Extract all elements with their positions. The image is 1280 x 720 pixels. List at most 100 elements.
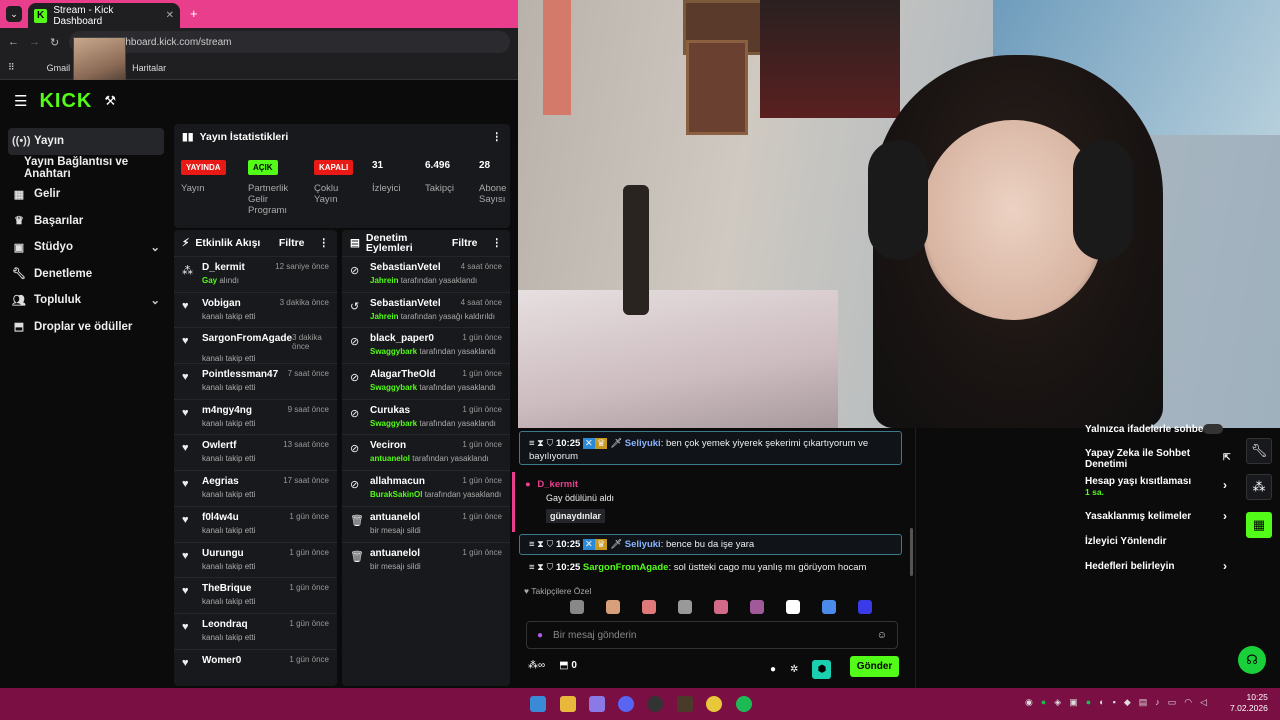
- username[interactable]: SebastianVetel: [370, 298, 441, 309]
- more-icon[interactable]: ⋮: [492, 238, 503, 249]
- users-icon[interactable]: ⁂: [1246, 474, 1272, 500]
- filter-button[interactable]: Filtre: [279, 237, 305, 249]
- username[interactable]: antuanelol: [370, 548, 420, 559]
- chat-username[interactable]: Seliyuki: [625, 438, 661, 449]
- username[interactable]: antuanelol: [370, 512, 420, 523]
- sidebar-item-denetleme[interactable]: 🔧︎ Denetleme: [0, 261, 172, 288]
- list-item[interactable]: ♥ Owlertf 13 saat önce kanalı takip etti: [174, 434, 337, 470]
- back-icon[interactable]: ←: [8, 36, 19, 48]
- list-item[interactable]: ♥ Vobigan 3 dakika önce kanalı takip etti: [174, 291, 337, 328]
- tray-icon[interactable]: ◈: [1054, 697, 1061, 708]
- list-item[interactable]: ♥ Womer0 1 gün önce: [174, 648, 337, 685]
- emote-icon[interactable]: [606, 600, 620, 614]
- apps-icon[interactable]: ⠿: [8, 62, 15, 73]
- file-explorer-icon[interactable]: [560, 696, 576, 712]
- sidebar-item-basarilar[interactable]: ♛ Başarılar: [0, 208, 172, 235]
- tray-icon[interactable]: ◉: [1025, 697, 1033, 708]
- wrench-icon[interactable]: 🔧︎: [1246, 438, 1272, 464]
- clock[interactable]: 10:25 7.02.2026: [1230, 692, 1268, 714]
- username[interactable]: Curukas: [370, 405, 410, 416]
- sidebar-item-droplar[interactable]: ⬒ Droplar ve ödüller: [0, 314, 172, 341]
- send-button[interactable]: Gönder: [850, 656, 899, 677]
- volume-icon[interactable]: ◁: [1200, 697, 1207, 708]
- spotify-icon[interactable]: [736, 696, 752, 712]
- bookmark-gmail[interactable]: Gmail: [47, 63, 71, 73]
- username[interactable]: SargonFromAgade: [202, 333, 292, 351]
- username[interactable]: Uurungu: [202, 548, 244, 559]
- username[interactable]: Aegrias: [202, 476, 239, 487]
- list-item[interactable]: ⊘ SebastianVetel 4 saat önce Jahrein tarafı…: [342, 256, 510, 292]
- bookmark-maps[interactable]: Haritalar: [132, 63, 166, 73]
- username[interactable]: f0l4w4u: [202, 512, 239, 523]
- display-icon[interactable]: ▭: [1168, 697, 1177, 708]
- username[interactable]: TheBrique: [202, 583, 251, 594]
- username[interactable]: Owlertf: [202, 440, 236, 451]
- menu-icon[interactable]: ☰: [14, 92, 27, 110]
- chat-input[interactable]: ● Bir mesaj gönderin ☺: [526, 621, 898, 649]
- browser-tab[interactable]: K Stream - Kick Dashboard ✕: [28, 3, 180, 28]
- list-item[interactable]: ⁂ D_kermit 12 saniye önce Gay alındı: [174, 256, 337, 292]
- gear-icon[interactable]: ✲: [790, 664, 798, 675]
- list-item[interactable]: ♥ Uurungu 1 gün önce kanalı takip etti: [174, 541, 337, 578]
- chat-username[interactable]: D_kermit: [537, 479, 578, 490]
- username[interactable]: Leondraq: [202, 619, 248, 630]
- tray-icon[interactable]: ▤: [1139, 697, 1148, 708]
- list-item[interactable]: 🗑︎ antuanelol 1 gün önce bir mesajı sildi: [342, 541, 510, 578]
- setting-banned-words[interactable]: Yasaklanmış kelimeler ›: [1085, 509, 1227, 523]
- list-item[interactable]: ♥ m4ngy4ng 9 saat önce kanalı takip etti: [174, 398, 337, 435]
- support-icon[interactable]: ☊: [1238, 646, 1266, 674]
- chat-username[interactable]: Seliyuki: [625, 539, 661, 550]
- app-icon[interactable]: [589, 696, 605, 712]
- tab-search-icon[interactable]: ⌄: [6, 6, 22, 22]
- username[interactable]: SebastianVetel: [370, 262, 441, 273]
- close-tab-icon[interactable]: ✕: [166, 10, 174, 21]
- chat-username[interactable]: SargonFromAgade: [583, 562, 669, 573]
- tray-icon[interactable]: ●: [1086, 697, 1091, 708]
- list-item[interactable]: ♥ f0l4w4u 1 gün önce kanalı takip etti: [174, 505, 337, 542]
- username[interactable]: allahmacun: [370, 476, 425, 487]
- tray-icon[interactable]: ▪: [1113, 697, 1116, 708]
- gift-icon[interactable]: ⬒ 0: [559, 660, 577, 671]
- emote-icon[interactable]: [786, 600, 800, 614]
- chat-scrollbar[interactable]: [910, 528, 913, 576]
- chrome-icon[interactable]: [706, 696, 722, 712]
- list-item[interactable]: ⊘ AlagarTheOld 1 gün önce Swaggybark tarafı…: [342, 363, 510, 399]
- setting-raid[interactable]: İzleyici Yönlendir: [1085, 536, 1167, 547]
- new-tab-icon[interactable]: +: [190, 6, 198, 21]
- setting-emote-only[interactable]: Yalnızca ifadelerle sohbet: [1085, 424, 1223, 435]
- more-icon[interactable]: ⋮: [319, 237, 330, 249]
- url-input[interactable]: dashboard.kick.com/stream: [69, 31, 510, 53]
- emote-icon[interactable]: [570, 600, 584, 614]
- sidebar-item-yayin[interactable]: ((•)) Yayın: [8, 128, 164, 155]
- list-item[interactable]: ♥ Leondraq 1 gün önce kanalı takip etti: [174, 612, 337, 649]
- list-item[interactable]: ♥ TheBrique 1 gün önce kanalı takip etti: [174, 577, 337, 613]
- setting-ai-moderation[interactable]: Yapay Zeka ile Sohbet Denetimi ⇱: [1085, 448, 1231, 470]
- emote-icon[interactable]: [822, 600, 836, 614]
- kick-logo[interactable]: KICK: [39, 90, 92, 113]
- setting-account-age[interactable]: Hesap yaşı kısıtlaması 1 sa. ›: [1085, 476, 1227, 498]
- network-icon[interactable]: ◠: [1184, 697, 1192, 708]
- sidebar-item-topluluk[interactable]: 👥︎ Topluluk ⌄: [0, 287, 172, 314]
- hammer-icon[interactable]: ⚒: [104, 93, 116, 109]
- sidebar-item-studyo[interactable]: ▣ Stüdyo ⌄: [0, 234, 172, 261]
- username[interactable]: m4ngy4ng: [202, 405, 252, 416]
- setting-goals[interactable]: Hedefleri belirleyin ›: [1085, 559, 1227, 573]
- kick-bot-icon[interactable]: ⬢: [812, 660, 832, 679]
- emote-icon[interactable]: [678, 600, 692, 614]
- username[interactable]: D_kermit: [202, 262, 245, 273]
- emote-icon[interactable]: [750, 600, 764, 614]
- more-icon[interactable]: ⋮: [492, 131, 503, 143]
- start-icon[interactable]: [530, 696, 546, 712]
- emoji-icon[interactable]: ☺: [877, 630, 887, 641]
- emote-icon[interactable]: [858, 600, 872, 614]
- list-item[interactable]: 🗑︎ antuanelol 1 gün önce bir mesajı sildi: [342, 505, 510, 542]
- sidebar-item-stream-key[interactable]: Yayın Bağlantısı ve Anahtarı: [0, 155, 172, 182]
- list-item[interactable]: ↺ SebastianVetel 4 saat önce Jahrein tarafı…: [342, 291, 510, 328]
- list-item[interactable]: ⊘ Curukas 1 gün önce Swaggybark tarafından …: [342, 398, 510, 435]
- game-icon[interactable]: [677, 696, 693, 712]
- discord-icon[interactable]: [618, 696, 634, 712]
- forward-icon[interactable]: →: [29, 36, 40, 48]
- toggle-switch[interactable]: [1203, 424, 1223, 434]
- mic-icon[interactable]: ●: [537, 630, 543, 641]
- kick-icon[interactable]: ▦: [1246, 512, 1272, 538]
